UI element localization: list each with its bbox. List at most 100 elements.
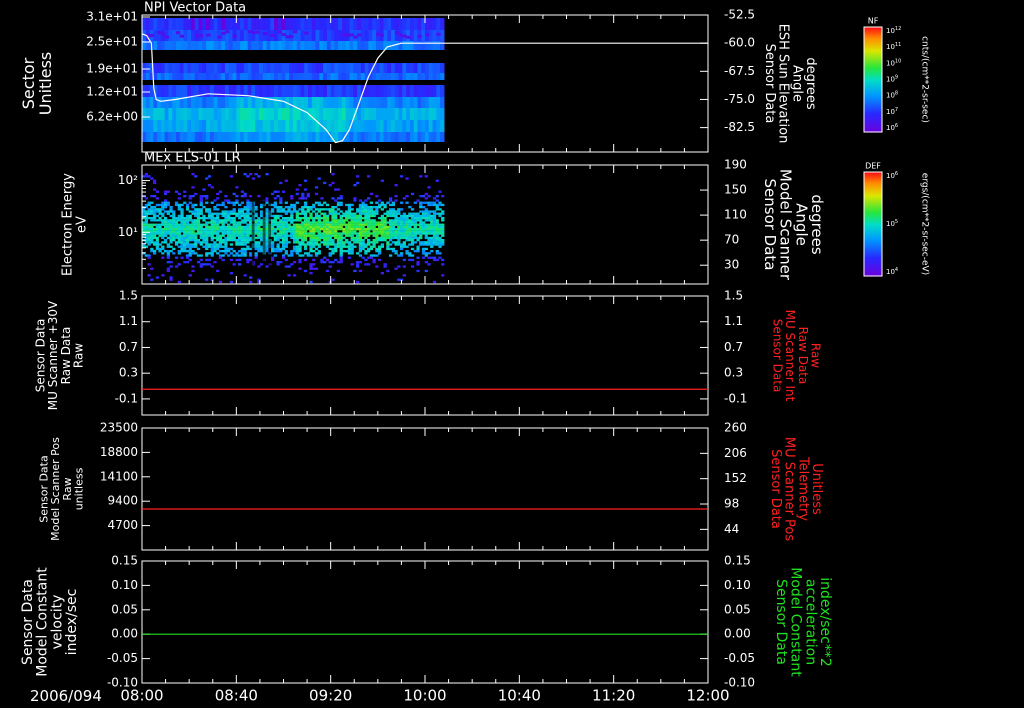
heat-cell-p2 (435, 206, 439, 209)
heat-cell-p1 (142, 132, 147, 142)
heat-cell-p1 (183, 41, 188, 50)
heat-cell-p2 (270, 232, 275, 235)
heat-cell-p2 (339, 252, 343, 255)
heat-cell-p1 (357, 33, 362, 37)
colorbar-tick-1-0: 106 (886, 171, 898, 181)
heat-cell-p1 (285, 41, 290, 50)
ylabel-right-p4-line-2: Telemetry (795, 456, 810, 521)
heat-cell-p1 (326, 30, 332, 41)
heat-cell-p1 (175, 18, 181, 30)
heat-cell-p2 (438, 190, 442, 193)
heat-cell-p1 (258, 132, 264, 142)
heat-cell-p2 (430, 245, 434, 248)
heat-cell-p2 (410, 258, 415, 262)
heat-cell-p2 (312, 232, 316, 235)
heat-cell-p2 (317, 201, 321, 204)
heat-cell-p1 (375, 97, 381, 108)
heat-cell-p1 (145, 63, 151, 73)
heat-cell-p1 (334, 108, 339, 120)
heat-cell-p2 (284, 252, 288, 255)
heat-cell-p2 (399, 201, 404, 204)
heat-cell-p1 (175, 41, 181, 50)
heat-cell-p2 (207, 210, 212, 213)
heat-cell-p2 (155, 239, 159, 242)
heat-cell-p1 (289, 63, 294, 73)
heat-cell-p2 (358, 199, 363, 202)
heat-cell-p1 (198, 18, 203, 30)
heat-cell-p2 (207, 175, 212, 178)
heat-cell-p2 (424, 234, 428, 237)
heat-cell-p1 (311, 63, 317, 73)
y-tick-label-right-1-4: 30 (724, 258, 739, 272)
heat-cell-p1 (251, 108, 256, 120)
heat-cell-p2 (161, 247, 165, 251)
heat-cell-p1 (232, 108, 237, 120)
heat-cell-p1 (398, 108, 403, 120)
heat-cell-p2 (161, 252, 165, 255)
heat-cell-p1 (379, 97, 385, 108)
heat-cell-p1 (368, 30, 373, 41)
heat-cell-p2 (339, 225, 343, 229)
heat-cell-p1 (323, 63, 328, 73)
ylabel-right-p2-line-0: Sensor Data (761, 179, 779, 271)
colorbar-tick-1-2: 104 (886, 267, 898, 277)
heat-cell-p2 (303, 269, 308, 273)
heat-cell-p2 (183, 195, 187, 198)
heat-cell-p2 (174, 221, 179, 224)
heat-cell-p2 (202, 219, 206, 222)
heat-cell-p1 (292, 108, 298, 120)
heat-cell-p1 (160, 120, 166, 132)
heat-cell-p2 (438, 245, 442, 248)
colorbar-tick-exp: 6 (895, 171, 898, 177)
heat-cell-p1 (375, 85, 381, 97)
heat-cell-p2 (441, 234, 445, 237)
heat-cell-p1 (179, 108, 185, 120)
heat-cell-p1 (153, 18, 158, 30)
heat-cell-p1 (258, 73, 264, 80)
heat-cell-p1 (202, 132, 207, 142)
heat-cell-p2 (309, 265, 313, 268)
heat-cell-p2 (416, 256, 420, 259)
heat-cell-p1 (183, 85, 188, 97)
y-tick-label-left-3-4: 4700 (107, 518, 138, 532)
heat-cell-p1 (375, 108, 381, 120)
heat-cell-p1 (274, 30, 279, 41)
heat-cell-p2 (367, 230, 371, 233)
heat-cell-p1 (425, 18, 430, 30)
heat-cell-p2 (427, 186, 431, 189)
heat-cell-p1 (308, 97, 313, 108)
heat-cell-p1 (409, 97, 415, 108)
heat-cell-p2 (276, 263, 280, 266)
heat-cell-p1 (349, 132, 354, 142)
heat-cell-p2 (375, 195, 379, 198)
heat-cell-p1 (221, 73, 226, 80)
heat-cell-p1 (323, 132, 328, 142)
heat-cell-p2 (205, 236, 209, 240)
heat-cell-p2 (158, 225, 162, 229)
heat-cell-p2 (221, 258, 225, 262)
heat-cell-p2 (246, 214, 250, 218)
heat-cell-p1 (304, 41, 309, 50)
heat-cell-p1 (409, 30, 415, 41)
heat-cell-p1 (274, 85, 279, 97)
heat-cell-p1 (179, 73, 185, 80)
heat-cell-p2 (413, 221, 417, 224)
heat-cell-p2 (232, 210, 236, 213)
heat-cell-p1 (391, 132, 396, 142)
heat-cell-p1 (300, 85, 305, 97)
heat-cell-p1 (232, 97, 237, 108)
heat-cell-p2 (243, 192, 247, 196)
heat-cell-p1 (383, 30, 388, 41)
heat-cell-p1 (394, 63, 400, 73)
heat-cell-p1 (175, 73, 181, 80)
heat-cell-p2 (309, 247, 313, 251)
y-tick-label-right-0-2: -67.5 (724, 64, 755, 78)
heat-cell-p1 (240, 63, 245, 73)
heat-cell-p1 (194, 132, 200, 142)
heat-cell-p2 (328, 184, 332, 187)
heat-cell-p1 (440, 18, 445, 30)
heat-cell-p2 (174, 201, 179, 204)
heat-cell-p2 (405, 195, 409, 198)
heat-cell-p2 (243, 254, 247, 257)
heat-cell-p1 (251, 18, 256, 30)
